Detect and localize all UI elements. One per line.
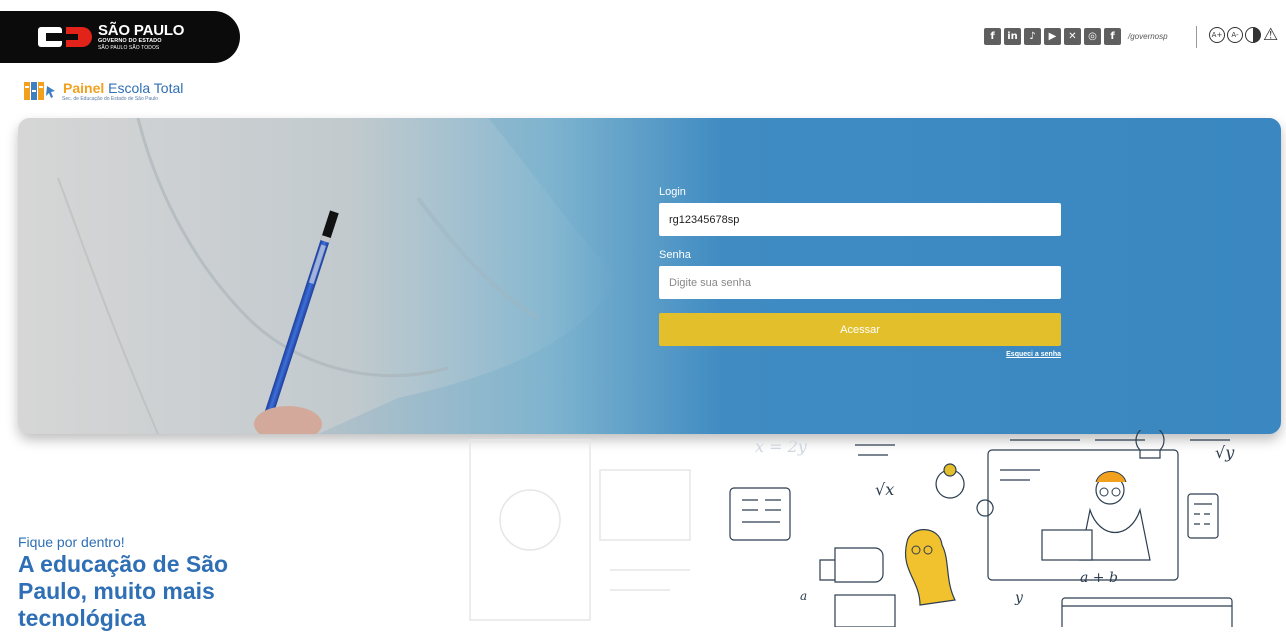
gov-sub: GOVERNO DO ESTADO [98, 38, 162, 44]
gov-sp-logo[interactable]: SÃO PAULO GOVERNO DO ESTADO SÃO PAULO SÃ… [0, 11, 240, 63]
accessibility-controls: A+ A- ⚠ [1209, 27, 1278, 44]
login-label: Login [659, 186, 686, 198]
painel-title-part1: Painel [63, 80, 105, 96]
social-handle[interactable]: /governosp [1128, 32, 1168, 41]
gov-text: SÃO PAULO GOVERNO DO ESTADO SÃO PAULO SÃ… [98, 23, 184, 51]
svg-text:y: y [1014, 590, 1024, 606]
gov-slogan: SÃO PAULO SÃO TODOS [98, 45, 160, 51]
social-links: f in ♪ ▶ ✕ ◎ f /governosp [984, 28, 1168, 45]
flickr-icon[interactable]: f [984, 28, 1001, 45]
promo-small-text: Fique por dentro! [18, 534, 125, 550]
x-icon[interactable]: ✕ [1064, 28, 1081, 45]
painel-title-part2: Escola Total [108, 80, 184, 96]
promo-headline: A educação de São Paulo, muito mais tecn… [18, 551, 229, 631]
login-form: Login Senha Acessar Esqueci a senha [659, 186, 1061, 358]
painel-logo-icon [24, 82, 55, 100]
increase-font-icon[interactable]: A+ [1209, 27, 1225, 43]
painel-title: Painel Escola Total [63, 80, 183, 96]
decrease-font-icon[interactable]: A- [1227, 27, 1243, 43]
login-input[interactable] [659, 203, 1061, 236]
facebook-icon[interactable]: f [1104, 28, 1121, 45]
instagram-icon[interactable]: ◎ [1084, 28, 1101, 45]
login-hero: Login Senha Acessar Esqueci a senha [18, 118, 1281, 434]
contrast-icon[interactable] [1245, 27, 1261, 43]
header-divider [1196, 26, 1197, 48]
svg-text:x = 2y: x = 2y [755, 437, 808, 456]
sp-mark-icon [38, 27, 92, 47]
svg-text:a: a [800, 589, 807, 603]
password-label: Senha [659, 249, 691, 261]
svg-text:a + b: a + b [1080, 570, 1118, 586]
education-illustration: x = 2y √x √y a + b y a [469, 430, 1235, 627]
svg-text:√y: √y [1215, 443, 1235, 462]
linkedin-icon[interactable]: in [1004, 28, 1021, 45]
promo-tagline: Fique por dentro! A educação de São Paul… [18, 534, 238, 632]
warning-icon[interactable]: ⚠ [1263, 27, 1278, 44]
painel-subtitle: Sec. de Educação do Estado de São Paulo [62, 96, 158, 102]
password-input[interactable] [659, 266, 1061, 299]
gov-name: SÃO PAULO [98, 22, 185, 39]
painel-brand[interactable]: Painel Escola Total Sec. de Educação do … [24, 80, 183, 103]
student-writing-photo [18, 118, 618, 434]
submit-button[interactable]: Acessar [659, 313, 1061, 346]
svg-text:√x: √x [875, 480, 894, 499]
youtube-icon[interactable]: ▶ [1044, 28, 1061, 45]
tiktok-icon[interactable]: ♪ [1024, 28, 1041, 45]
forgot-password-link[interactable]: Esqueci a senha [659, 351, 1061, 358]
